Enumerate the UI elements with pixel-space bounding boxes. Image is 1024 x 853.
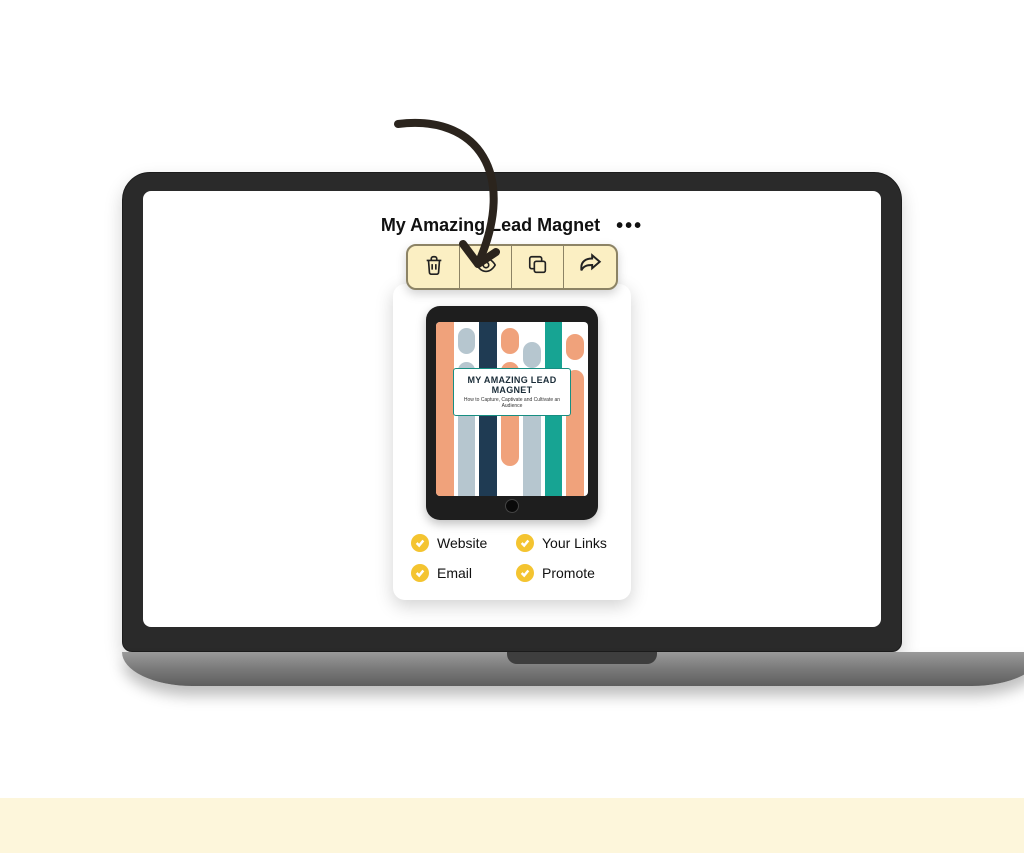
check-icon — [516, 564, 534, 582]
status-label: Website — [437, 535, 487, 551]
status-label: Promote — [542, 565, 595, 581]
trash-icon — [423, 254, 445, 281]
preview-button[interactable] — [460, 246, 512, 288]
status-label: Your Links — [542, 535, 607, 551]
status-website[interactable]: Website — [411, 534, 508, 552]
check-icon — [411, 564, 429, 582]
cover-title-box: MY AMAZING LEAD MAGNET How to Capture, C… — [453, 368, 571, 416]
status-label: Email — [437, 565, 472, 581]
laptop-lid: My Amazing Lead Magnet ••• — [122, 172, 902, 652]
card-title: My Amazing Lead Magnet — [381, 215, 600, 236]
cover-artwork: MY AMAZING LEAD MAGNET How to Capture, C… — [436, 322, 588, 496]
more-menu-button[interactable]: ••• — [616, 216, 643, 236]
cover-tablet-mockup: MY AMAZING LEAD MAGNET How to Capture, C… — [426, 306, 598, 520]
card-action-toolbar — [406, 244, 618, 290]
delete-button[interactable] — [408, 246, 460, 288]
status-email[interactable]: Email — [411, 564, 508, 582]
lead-magnet-card[interactable]: MY AMAZING LEAD MAGNET How to Capture, C… — [393, 284, 631, 600]
laptop-screen: My Amazing Lead Magnet ••• — [143, 191, 881, 627]
cover-subtitle: How to Capture, Captivate and Cultivate … — [458, 397, 566, 409]
status-promote[interactable]: Promote — [516, 564, 613, 582]
app-screen: My Amazing Lead Magnet ••• — [143, 191, 881, 627]
check-icon — [516, 534, 534, 552]
cover-title: MY AMAZING LEAD MAGNET — [458, 375, 566, 395]
laptop-mockup: My Amazing Lead Magnet ••• — [122, 172, 902, 686]
duplicate-button[interactable] — [512, 246, 564, 288]
share-arrow-icon — [577, 252, 603, 283]
laptop-base — [122, 652, 1024, 686]
status-grid: Website Your Links Email Promote — [407, 534, 617, 582]
share-button[interactable] — [564, 246, 616, 288]
card-header-row: My Amazing Lead Magnet ••• — [381, 215, 643, 236]
check-icon — [411, 534, 429, 552]
page-bottom-band — [0, 798, 1024, 853]
eye-icon — [475, 254, 497, 281]
copy-icon — [527, 254, 549, 281]
status-your-links[interactable]: Your Links — [516, 534, 613, 552]
